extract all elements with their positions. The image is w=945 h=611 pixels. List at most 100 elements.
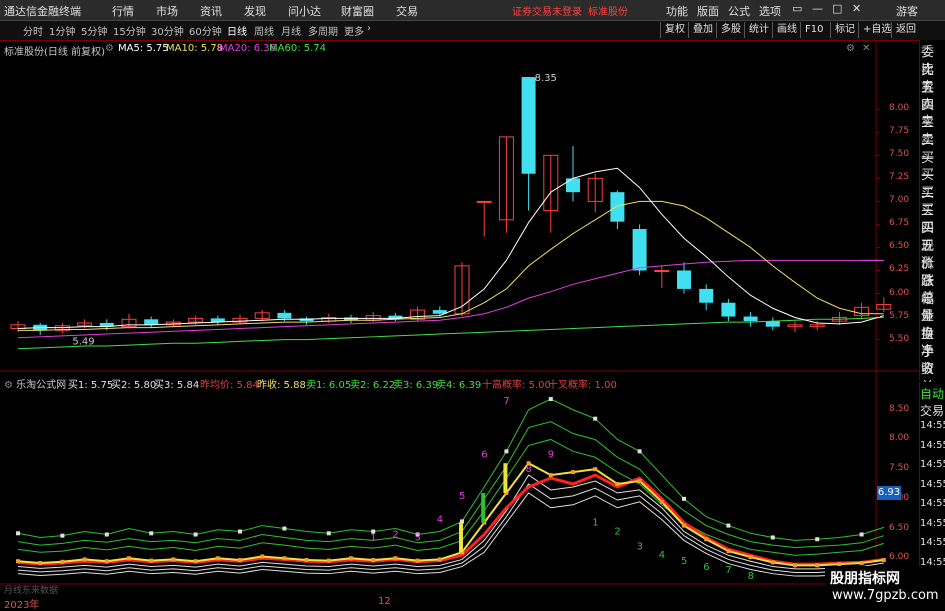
period-timeshare[interactable]: 分时 — [23, 23, 43, 38]
window-maximize-icon[interactable]: □ — [832, 2, 842, 15]
period-1min[interactable]: 1分钟 — [49, 23, 75, 38]
trade-time: 14:55 — [920, 537, 945, 548]
signal-bar — [459, 522, 463, 553]
low-price-label: 5.49 — [72, 336, 94, 347]
band-marker — [60, 533, 65, 538]
band-marker — [16, 531, 20, 536]
candle-body — [743, 316, 758, 322]
period-15min[interactable]: 15分钟 — [113, 23, 146, 38]
yellow-marker — [859, 560, 864, 565]
trade-time: 14:55 — [920, 517, 945, 529]
menu-news[interactable]: 资讯 — [200, 3, 222, 19]
menu-discover[interactable]: 发现 — [244, 3, 266, 19]
toolbar-overlay[interactable]: 叠加 — [688, 22, 717, 38]
period-monthly[interactable]: 月线 — [281, 23, 301, 38]
sub-label-high-prob: 十高概率: 5.00 — [482, 380, 551, 391]
candle-body — [677, 270, 691, 289]
main-y-tick: 7.25 — [889, 172, 910, 183]
window-minimize-icon[interactable]: — — [812, 2, 823, 15]
period-60min[interactable]: 60分钟 — [189, 23, 222, 38]
menu-fortune[interactable]: 财富圈 — [341, 3, 374, 19]
toolbar-back[interactable]: 返回 — [891, 22, 920, 38]
yellow-marker — [171, 557, 176, 562]
candle-body — [277, 312, 292, 319]
sub-label-buy3: 买3: 5.84 — [154, 380, 200, 391]
yellow-marker — [16, 559, 20, 564]
candle-body — [610, 192, 625, 222]
user-guest[interactable]: 游客 — [896, 3, 918, 19]
window-close-icon[interactable]: ✕ — [852, 2, 861, 15]
chevron-right-icon[interactable]: › — [367, 23, 371, 34]
signal-bar — [481, 492, 486, 523]
wave-number: 1 — [370, 532, 376, 543]
sub-label-buy1: 买1: 5.75 — [68, 380, 114, 391]
period-daily[interactable]: 日线 — [227, 23, 247, 38]
wave-number: 5 — [459, 491, 465, 502]
settings-gear-icon[interactable]: ⚙ — [105, 43, 114, 54]
main-y-tick: 7.00 — [889, 195, 910, 206]
menu-market[interactable]: 市场 — [156, 3, 178, 19]
chart-menu-icon[interactable]: ⚙ — [846, 43, 855, 54]
yellow-marker — [215, 556, 220, 561]
settings-gear-icon[interactable]: ⚙ — [4, 380, 16, 391]
ma5-label: MA5: 5.75 — [118, 43, 169, 54]
menu-ask[interactable]: 问小达 — [288, 3, 321, 19]
toolbar-restore-rights[interactable]: 复权 — [660, 22, 689, 38]
indicator-chart[interactable]: 1 2 3 4 5 6 7 8 9 1 2 3 4 5 6 7 8 — [0, 372, 921, 598]
wave-number: 9 — [548, 449, 554, 460]
menu-layout[interactable]: 版面 — [697, 3, 719, 19]
ma60-label: MA60: 5.74 — [269, 43, 327, 54]
toolbar-f10[interactable]: F10 — [800, 22, 827, 38]
period-multi[interactable]: 多周期 — [308, 23, 338, 38]
menu-formula[interactable]: 公式 — [728, 3, 750, 19]
white-band-line — [17, 492, 884, 577]
trade-time: 14:55 — [920, 439, 945, 451]
window-square-icon[interactable]: ▭ — [792, 2, 802, 15]
sub-label-prev-close: 昨收: 5.88 — [257, 380, 306, 391]
toolbar-draw[interactable]: 画线 — [772, 22, 801, 38]
menu-function[interactable]: 功能 — [666, 3, 688, 19]
watermark-url: www.7gpzb.com — [832, 588, 939, 603]
trade-time: 14:55 — [920, 459, 945, 470]
high-price-label: 8.35 — [535, 73, 557, 84]
yellow-marker — [437, 557, 442, 562]
wave-number: 1 — [592, 518, 598, 529]
yellow-marker — [282, 556, 287, 561]
red-main-line — [17, 473, 884, 566]
band-marker — [104, 532, 109, 537]
toolbar-statistics[interactable]: 统计 — [744, 22, 773, 38]
toolbar-add-watchlist[interactable]: +自选 — [858, 22, 895, 38]
trade-label[interactable]: 交易 — [920, 402, 944, 419]
x-axis-month: 12 — [378, 596, 391, 607]
yellow-marker — [548, 473, 553, 478]
main-y-tick: 8.00 — [889, 103, 910, 114]
menu-trade[interactable]: 交易 — [396, 3, 418, 19]
candlestick-chart[interactable]: 8.35 5.49 — [0, 40, 921, 372]
period-30min[interactable]: 30分钟 — [151, 23, 184, 38]
yellow-marker — [881, 558, 886, 563]
toolbar-multi-stock[interactable]: 多股 — [716, 22, 745, 38]
wave-number: 2 — [392, 529, 398, 540]
wave-number: 7 — [725, 565, 731, 576]
band-marker — [238, 529, 242, 534]
period-5min[interactable]: 5分钟 — [81, 23, 107, 38]
ma20-line — [17, 259, 884, 339]
band-marker — [193, 532, 198, 537]
period-weekly[interactable]: 周线 — [254, 23, 274, 38]
login-status[interactable]: 证券交易未登录 — [512, 3, 582, 18]
toolbar-mark[interactable]: 标记 — [830, 22, 859, 38]
chart-close-icon[interactable]: ✕ — [862, 43, 870, 54]
top-menu-bar — [0, 0, 945, 21]
wave-number: 3 — [415, 532, 421, 543]
green-band-line — [17, 398, 884, 541]
ma20-label: MA20: 6.36 — [219, 43, 277, 54]
app-title: 通达信金融终端 — [4, 5, 81, 18]
trade-time: 14:55 — [920, 478, 945, 490]
candle-body — [721, 302, 736, 317]
auto-trade-label[interactable]: 自动 — [920, 385, 944, 402]
period-more[interactable]: 更多 — [344, 23, 364, 38]
yellow-marker — [571, 470, 575, 475]
yellow-marker — [682, 523, 686, 528]
menu-quotes[interactable]: 行情 — [112, 3, 134, 19]
menu-options[interactable]: 选项 — [759, 3, 781, 19]
